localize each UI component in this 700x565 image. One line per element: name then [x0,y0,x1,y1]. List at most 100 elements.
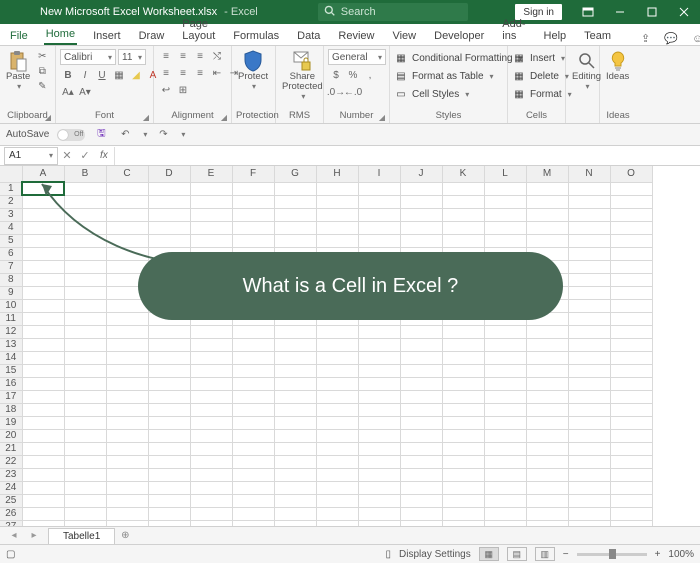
cell[interactable] [526,234,568,247]
cell[interactable] [190,325,232,338]
cell[interactable] [442,325,484,338]
cell[interactable] [106,520,148,526]
fill-color-button[interactable]: ◢ [128,68,144,82]
cell[interactable] [358,481,400,494]
cell[interactable] [190,234,232,247]
cell[interactable] [442,221,484,234]
cell[interactable] [400,403,442,416]
cell[interactable] [274,221,316,234]
indent-decrease-icon[interactable]: ⇤ [209,66,225,80]
cell[interactable] [316,377,358,390]
tab-help[interactable]: Help [542,27,569,45]
cell[interactable] [400,455,442,468]
cell[interactable] [526,195,568,208]
col-header[interactable]: L [484,166,526,182]
cell[interactable] [400,234,442,247]
cell[interactable] [610,494,652,507]
cell[interactable] [64,468,106,481]
cell[interactable] [358,442,400,455]
cell[interactable] [610,182,652,195]
cell[interactable] [64,182,106,195]
cell[interactable] [64,494,106,507]
cell[interactable] [358,338,400,351]
cell[interactable] [610,221,652,234]
cell[interactable] [190,338,232,351]
cell[interactable] [358,468,400,481]
cell[interactable] [400,182,442,195]
cell[interactable] [274,442,316,455]
col-header[interactable]: M [526,166,568,182]
cell[interactable] [148,195,190,208]
cell[interactable] [190,221,232,234]
cell[interactable] [274,234,316,247]
cell[interactable] [106,390,148,403]
cell[interactable] [148,182,190,195]
cell[interactable] [442,351,484,364]
cell[interactable] [526,494,568,507]
cell[interactable] [316,403,358,416]
cell[interactable] [232,416,274,429]
cell[interactable] [274,182,316,195]
cell[interactable] [148,520,190,526]
cell[interactable] [190,195,232,208]
cell[interactable] [22,416,64,429]
cell[interactable] [568,455,610,468]
cell[interactable] [400,416,442,429]
view-page-break-icon[interactable]: ▥ [535,547,555,561]
ribbon-display-icon[interactable] [572,0,604,24]
merge-center-icon[interactable]: ⊞ [175,83,191,97]
cell[interactable] [568,442,610,455]
col-header[interactable]: N [568,166,610,182]
cell[interactable] [274,325,316,338]
cell[interactable] [148,468,190,481]
enter-fx-icon[interactable]: ✓ [76,149,94,162]
cell[interactable] [442,403,484,416]
increase-font-icon[interactable]: A▴ [60,85,76,99]
cell[interactable] [400,481,442,494]
cell[interactable] [526,520,568,526]
autosave-toggle[interactable]: Off [57,129,85,141]
cell[interactable] [526,390,568,403]
cell[interactable] [232,221,274,234]
cell[interactable] [358,507,400,520]
cell[interactable] [190,455,232,468]
cell[interactable] [568,299,610,312]
cell[interactable] [610,273,652,286]
dialog-launcher-icon[interactable]: ◢ [45,113,51,122]
cell[interactable] [190,520,232,526]
select-all-corner[interactable] [0,166,22,182]
cell[interactable] [148,221,190,234]
tab-page-layout[interactable]: Page Layout [180,15,217,45]
cell[interactable] [526,403,568,416]
format-cells-button[interactable]: ▦Format▾ [512,87,572,101]
cell[interactable] [190,481,232,494]
cell[interactable] [274,403,316,416]
cell[interactable] [274,455,316,468]
cell[interactable] [22,221,64,234]
cell[interactable] [484,338,526,351]
cell[interactable] [148,234,190,247]
share-protected-button[interactable]: Share Protected ▾ [280,49,325,102]
italic-button[interactable]: I [77,68,93,82]
align-bottom-icon[interactable]: ≡ [192,49,208,63]
tab-team[interactable]: Team [582,27,613,45]
cell[interactable] [64,377,106,390]
row-header[interactable]: 8 [0,273,22,286]
cell[interactable] [358,416,400,429]
cell[interactable] [316,390,358,403]
cell[interactable] [358,377,400,390]
cell[interactable] [400,195,442,208]
col-header[interactable]: O [610,166,652,182]
cell[interactable] [610,390,652,403]
cell[interactable] [106,338,148,351]
cell[interactable] [526,377,568,390]
delete-cells-button[interactable]: ▦Delete▾ [512,69,569,83]
row-header[interactable]: 13 [0,338,22,351]
cell[interactable] [148,403,190,416]
cell[interactable] [190,182,232,195]
cell[interactable] [484,442,526,455]
cell[interactable] [568,507,610,520]
row-header[interactable]: 18 [0,403,22,416]
cell[interactable] [526,364,568,377]
cell[interactable] [568,260,610,273]
